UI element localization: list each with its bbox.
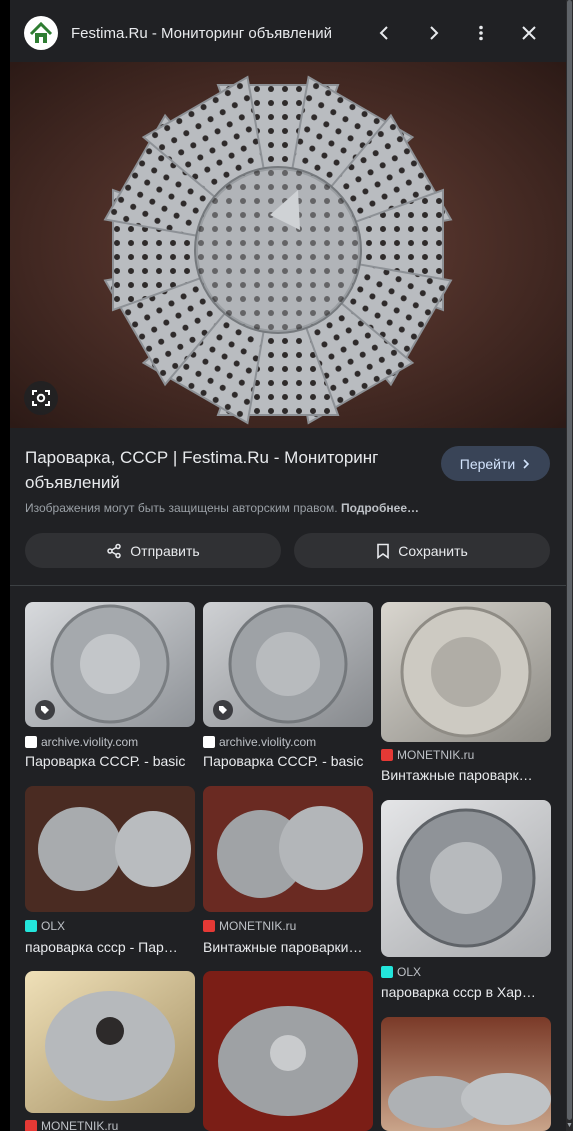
more-vert-icon <box>479 25 483 41</box>
price-tag-icon <box>35 700 55 720</box>
related-result[interactable]: archive.violity.com Пароварка СССР. - ba… <box>25 602 195 770</box>
close-icon <box>522 26 536 40</box>
related-source: OLX <box>25 919 65 933</box>
related-source: MONETNIK.ru <box>203 919 296 933</box>
learn-more-link[interactable]: Подробнее… <box>341 501 419 515</box>
related-source: MONETNIK.ru <box>381 748 474 762</box>
related-thumbnail <box>381 1017 551 1131</box>
related-result[interactable] <box>381 1017 551 1131</box>
scroll-down-icon[interactable]: ▼ <box>566 1122 573 1131</box>
related-result[interactable]: MONETNIK.ru <box>25 971 195 1131</box>
share-button[interactable]: Отправить <box>25 533 281 568</box>
related-result[interactable]: OLX пароварка ссср - Паро… <box>25 786 195 956</box>
related-thumbnail <box>203 786 373 912</box>
related-result[interactable]: MONETNIK.ru Винтажные пароварк… <box>381 602 551 785</box>
copyright-notice: Изображения могут быть защищены авторски… <box>25 501 419 515</box>
chevron-left-icon <box>379 26 388 40</box>
related-thumbnail <box>381 602 551 742</box>
related-source: archive.violity.com <box>203 735 316 749</box>
related-result[interactable]: OLX пароварка ссср в Хар… <box>381 800 551 1000</box>
related-result[interactable]: MONETNIK.ru Винтажные пароварки… <box>203 786 373 956</box>
related-thumbnail <box>25 786 195 912</box>
more-options-button[interactable] <box>468 20 494 46</box>
related-caption: Винтажные пароварки… <box>203 939 363 955</box>
related-thumbnail <box>381 800 551 957</box>
related-caption: Пароварка СССР. - basic <box>25 753 186 769</box>
chevron-right-icon <box>430 26 439 40</box>
visual-search-button[interactable] <box>24 381 58 415</box>
related-source: archive.violity.com <box>25 735 138 749</box>
related-source: OLX <box>381 965 421 979</box>
related-caption: Винтажные пароварк… <box>381 767 533 783</box>
result-title[interactable]: Пароварка, СССР | Festima.Ru - Мониторин… <box>25 445 425 495</box>
visit-button[interactable]: Перейти <box>441 446 550 481</box>
site-title: Festima.Ru - Мониторинг объявлений <box>71 25 333 42</box>
price-tag-icon <box>213 700 233 720</box>
share-icon <box>107 543 122 558</box>
related-result[interactable]: archive.violity.com Пароварка СССР. - ba… <box>203 602 373 770</box>
related-result[interactable] <box>203 971 373 1131</box>
copyright-text: Изображения могут быть защищены авторски… <box>25 501 338 515</box>
visit-button-label: Перейти <box>459 455 516 472</box>
chevron-right-icon <box>523 458 530 469</box>
related-caption: пароварка ссср - Паро… <box>25 939 185 955</box>
related-source: MONETNIK.ru <box>25 1119 118 1131</box>
section-divider <box>10 585 566 586</box>
save-button[interactable]: Сохранить <box>294 533 550 568</box>
save-label: Сохранить <box>398 542 468 559</box>
next-button[interactable] <box>420 20 446 46</box>
image-viewer-panel: Festima.Ru - Мониторинг объявлений Паров… <box>10 0 566 1131</box>
viewer-header: Festima.Ru - Мониторинг объявлений <box>10 0 566 62</box>
related-caption: пароварка ссср в Хар… <box>381 984 536 1000</box>
main-image[interactable] <box>10 62 566 428</box>
close-button[interactable] <box>516 20 542 46</box>
previous-button[interactable] <box>372 20 398 46</box>
related-thumbnail <box>203 971 373 1131</box>
home-logo-icon <box>29 21 53 43</box>
bookmark-icon <box>377 543 390 559</box>
related-thumbnail <box>25 971 195 1113</box>
lens-icon <box>32 390 50 406</box>
scrollbar-thumb[interactable] <box>567 0 572 1120</box>
site-logo[interactable] <box>24 16 58 50</box>
related-caption: Пароварка СССР. - basic <box>203 753 364 769</box>
share-label: Отправить <box>130 542 200 559</box>
scrollbar[interactable]: ▼ <box>566 0 573 1131</box>
